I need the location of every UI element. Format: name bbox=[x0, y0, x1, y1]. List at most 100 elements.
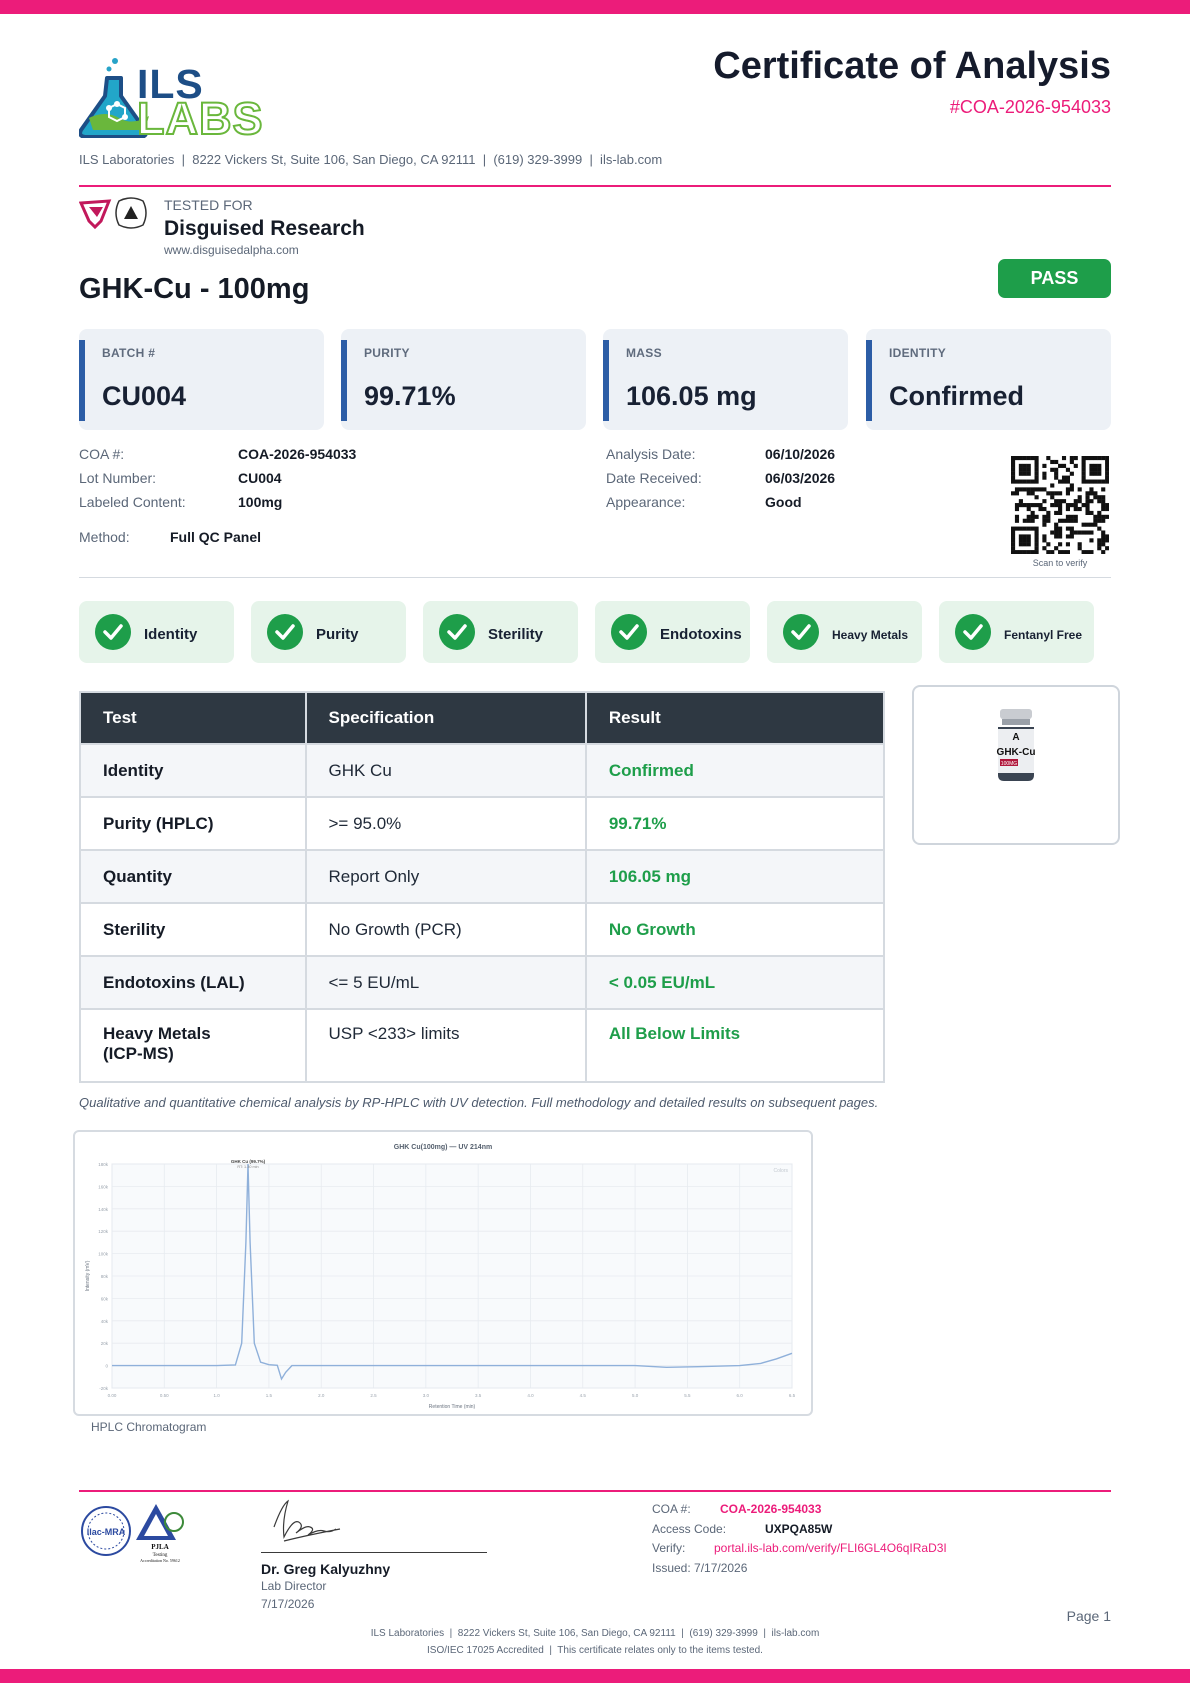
y-tick-label: 100k bbox=[98, 1252, 109, 1257]
ilac-seal-icon: ilac-MRA bbox=[81, 1506, 131, 1556]
x-tick-label: 5.5 bbox=[684, 1393, 691, 1398]
y-axis-label: Intensity (mV) bbox=[85, 1260, 91, 1291]
pjla-text: PJLA bbox=[151, 1543, 169, 1551]
detail-value: CU004 bbox=[238, 470, 282, 486]
pjla-accreditation-number: Accreditation No. 59612 bbox=[140, 1558, 180, 1563]
y-tick-label: 60k bbox=[101, 1296, 109, 1301]
bottom-accent-band bbox=[0, 1669, 1190, 1683]
vial-label: GHK-Cu bbox=[997, 747, 1036, 758]
chart-legend: Colors bbox=[774, 1168, 789, 1174]
table-row: Quantity Report Only 106.05 mg bbox=[79, 849, 886, 904]
x-tick-label: 4.5 bbox=[580, 1393, 587, 1398]
check-heavy-metals: Heavy Metals bbox=[767, 601, 922, 663]
check-label: Heavy Metals bbox=[832, 628, 909, 642]
qr-code-icon[interactable] bbox=[1011, 456, 1109, 554]
card-value: 99.71% bbox=[364, 381, 456, 411]
card-label: MASS bbox=[626, 346, 662, 360]
tested-for-label: TESTED FOR bbox=[164, 197, 253, 213]
table-row: Heavy Metals (ICP-MS) USP <233> limits All… bbox=[79, 1008, 886, 1083]
test-name: Purity (HPLC) bbox=[79, 796, 307, 851]
card-value: CU004 bbox=[102, 381, 187, 411]
detail-label: COA #: bbox=[79, 446, 125, 462]
detail-label: Appearance: bbox=[606, 494, 686, 510]
document-title: Certificate of Analysis bbox=[713, 45, 1111, 87]
detail-value: COA-2026-954033 bbox=[238, 446, 357, 462]
column-header: Specification bbox=[304, 691, 587, 745]
detail-value: Good bbox=[765, 494, 802, 510]
check-icon bbox=[267, 614, 303, 650]
details-divider bbox=[79, 577, 1111, 578]
page-number: Page 1 bbox=[1066, 1608, 1111, 1624]
identity-card: IDENTITY Confirmed bbox=[866, 329, 1111, 430]
test-name: Quantity bbox=[79, 849, 307, 904]
detail-label: Lot Number: bbox=[79, 470, 157, 486]
logo-text-labs: LABS bbox=[136, 92, 264, 145]
test-spec: >= 95.0% bbox=[304, 796, 587, 851]
check-icon bbox=[783, 614, 819, 650]
detail-value: 100mg bbox=[238, 494, 283, 510]
verify-coa: COA #: COA-2026-954033 bbox=[652, 1502, 821, 1516]
product-title: GHK-Cu - 100mg bbox=[79, 273, 310, 305]
pass-badge: PASS bbox=[998, 259, 1111, 298]
detail-method: Method: Full QC Panel bbox=[79, 529, 261, 545]
x-tick-label: 6.0 bbox=[737, 1393, 744, 1398]
test-name: Heavy Metals (ICP-MS) bbox=[79, 1008, 307, 1083]
card-label: BATCH # bbox=[102, 346, 156, 360]
footer-address: ILS Laboratories | 8222 Vickers St, Suit… bbox=[370, 1628, 820, 1639]
vial-image: A GHK-Cu 100MG bbox=[997, 709, 1036, 781]
verify-label: COA #: bbox=[652, 1502, 691, 1516]
detail-analysis-date: Analysis Date: 06/10/2026 bbox=[606, 446, 835, 462]
pjla-seal-icon: PJLA Testing Accreditation No. 59612 bbox=[136, 1504, 184, 1563]
issued-date: Issued: 7/17/2026 bbox=[652, 1561, 748, 1575]
detail-label: Labeled Content: bbox=[79, 494, 186, 510]
y-tick-label: -20k bbox=[99, 1386, 109, 1391]
column-header: Test bbox=[79, 691, 307, 745]
x-tick-label: 0.50 bbox=[160, 1393, 169, 1398]
check-identity: Identity bbox=[79, 601, 234, 663]
access-code-value: UXPQA85W bbox=[765, 1522, 833, 1536]
signatory-role: Lab Director bbox=[261, 1579, 327, 1593]
ils-labs-logo: ILS LABS bbox=[78, 56, 264, 145]
y-tick-label: 40k bbox=[101, 1319, 109, 1324]
table-header-row: Test Specification Result bbox=[79, 691, 886, 745]
purity-card: PURITY 99.71% bbox=[341, 329, 586, 430]
qr-caption: Scan to verify bbox=[1032, 558, 1088, 568]
detail-label: Date Received: bbox=[606, 470, 702, 486]
check-endotoxins: Endotoxins bbox=[595, 601, 750, 663]
check-fentanyl-free: Fentanyl Free bbox=[939, 601, 1094, 663]
verify-label: Verify: bbox=[652, 1541, 686, 1555]
check-icon bbox=[955, 614, 991, 650]
detail-label: Analysis Date: bbox=[606, 446, 696, 462]
batch-card: BATCH # CU004 bbox=[79, 329, 324, 430]
coa-reference: #COA-2026-954033 bbox=[949, 97, 1111, 117]
card-accent-bar bbox=[341, 340, 347, 421]
signature-date: 7/17/2026 bbox=[261, 1597, 315, 1611]
verify-link[interactable]: portal.ils-lab.com/verify/FLI6GL4O6qIRaD… bbox=[714, 1541, 947, 1555]
check-icon bbox=[439, 614, 475, 650]
client-name: Disguised Research bbox=[164, 217, 365, 240]
detail-lot: Lot Number: CU004 bbox=[79, 470, 282, 486]
x-tick-label: 0.00 bbox=[108, 1393, 117, 1398]
verify-access-code: Access Code: UXPQA85W bbox=[652, 1522, 832, 1536]
chart-caption: HPLC Chromatogram bbox=[91, 1420, 207, 1434]
card-value: 106.05 mg bbox=[626, 381, 757, 411]
card-label: PURITY bbox=[364, 346, 410, 360]
card-accent-bar bbox=[866, 340, 872, 421]
table-row: Purity (HPLC) >= 95.0% 99.71% bbox=[79, 796, 886, 851]
y-tick-label: 120k bbox=[98, 1229, 109, 1234]
check-label: Fentanyl Free bbox=[1004, 628, 1083, 642]
detail-value: 06/03/2026 bbox=[765, 470, 836, 486]
x-axis-label: Retention Time (min) bbox=[429, 1404, 476, 1410]
mass-card: MASS 106.05 mg bbox=[603, 329, 848, 430]
test-result: < 0.05 EU/mL bbox=[584, 955, 886, 1010]
test-spec: Report Only bbox=[304, 849, 587, 904]
check-sterility: Sterility bbox=[423, 601, 578, 663]
signature-line bbox=[261, 1552, 487, 1553]
detail-coa: COA #: COA-2026-954033 bbox=[79, 446, 356, 462]
lab-address: ILS Laboratories | 8222 Vickers St, Suit… bbox=[79, 152, 663, 167]
footer-accreditation: ISO/IEC 17025 Accredited | This certific… bbox=[427, 1645, 763, 1656]
check-icon bbox=[95, 614, 131, 650]
hplc-chromatogram-chart: -20k 0 20k 40k 60k 80k 100k 120k 140k 160k 180k 0.0… bbox=[85, 1144, 796, 1410]
x-tick-label: 6.5 bbox=[789, 1393, 796, 1398]
client-brand-icon bbox=[78, 197, 147, 230]
